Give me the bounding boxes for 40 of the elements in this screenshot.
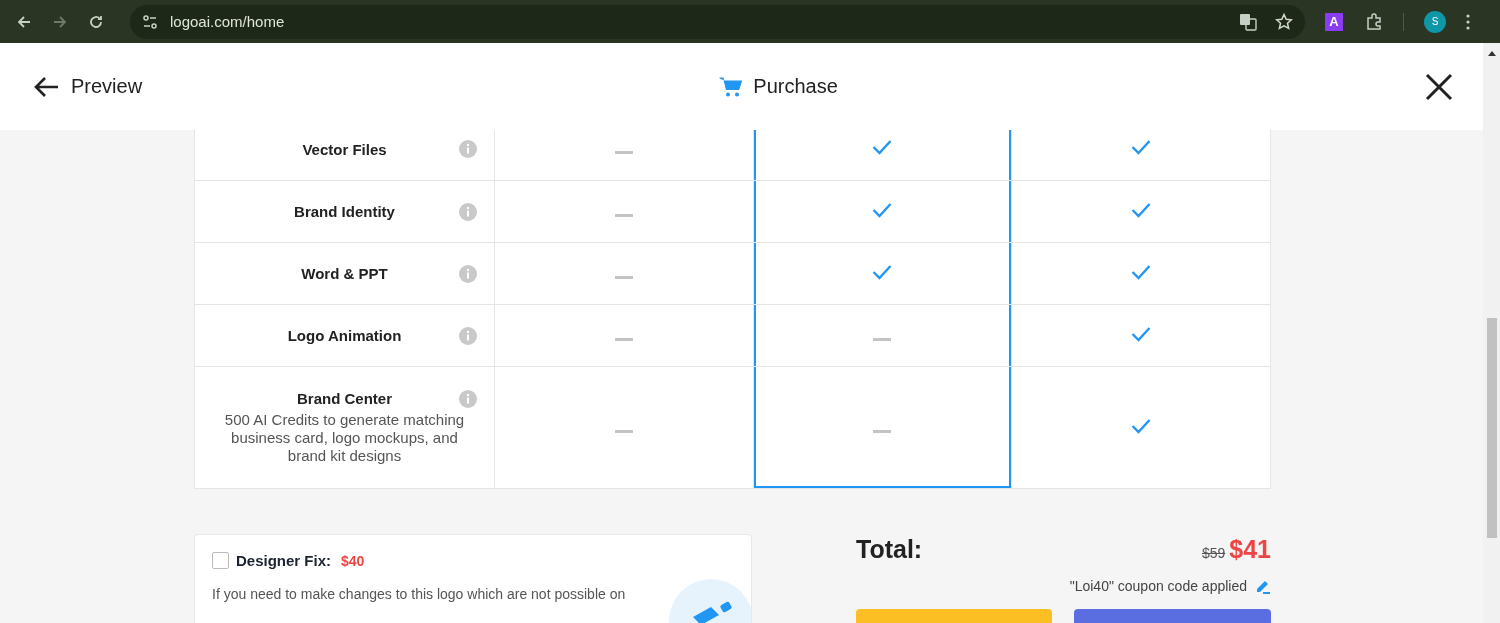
- address-bar[interactable]: logoai.com/home: [130, 4, 1305, 39]
- puzzle-icon[interactable]: [1365, 12, 1383, 31]
- feature-name: Brand Center: [297, 390, 392, 407]
- info-icon[interactable]: [459, 326, 477, 345]
- feature-name: Brand Identity: [294, 203, 395, 220]
- site-settings-icon[interactable]: [142, 13, 158, 30]
- feature-name: Logo Animation: [287, 327, 402, 344]
- total-price: $41: [1229, 535, 1271, 564]
- translate-icon[interactable]: [1239, 12, 1257, 31]
- pencil-badge-icon: [669, 579, 751, 623]
- total-label: Total:: [856, 535, 923, 564]
- dialog-title: Purchase: [753, 75, 838, 98]
- coupon-note: "Loi40" coupon code applied: [1069, 578, 1247, 594]
- menu-icon[interactable]: [1466, 13, 1470, 30]
- close-icon[interactable]: [1425, 72, 1453, 101]
- feature-name: Word & PPT: [301, 265, 388, 282]
- url-text: logoai.com/home: [170, 13, 285, 30]
- bookmark-star-icon[interactable]: [1275, 12, 1293, 31]
- info-icon[interactable]: [459, 389, 477, 408]
- info-icon[interactable]: [459, 140, 477, 158]
- back-arrow-icon: [33, 75, 59, 98]
- cart-icon: [719, 75, 744, 98]
- preview-link[interactable]: Preview: [33, 75, 143, 98]
- designer-fix-checkbox[interactable]: [212, 552, 229, 569]
- info-icon[interactable]: [459, 264, 477, 283]
- scrollbar[interactable]: [1483, 43, 1500, 623]
- reload-icon[interactable]: [88, 13, 104, 30]
- extension-button[interactable]: A: [1325, 12, 1343, 31]
- designer-fix-price: $40: [341, 552, 365, 569]
- original-price: $59: [1201, 545, 1226, 561]
- designer-fix-label: Designer Fix:: [236, 552, 332, 569]
- edit-icon[interactable]: [1255, 578, 1271, 594]
- info-icon[interactable]: [459, 202, 477, 221]
- feature-name: Vector Files: [302, 140, 387, 158]
- back-icon[interactable]: [16, 13, 32, 30]
- scroll-up-icon[interactable]: [1487, 51, 1496, 56]
- forward-icon[interactable]: [52, 13, 68, 30]
- feature-description: 500 AI Credits to generate matching business card, logo mockups, and brand kit designs: [223, 410, 466, 465]
- scrollbar-thumb[interactable]: [1486, 318, 1497, 538]
- designer-fix-description: If you need to make changes to this logo which are not possible on: [212, 585, 627, 604]
